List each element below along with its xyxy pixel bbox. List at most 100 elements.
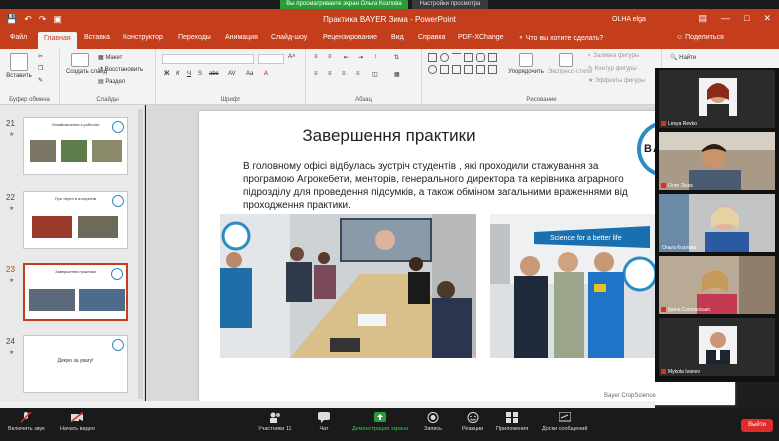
callout-shape-icon[interactable] xyxy=(476,65,485,74)
tab-insert[interactable]: Вставка xyxy=(84,34,110,41)
share-screen-label: Демонстрация экрана xyxy=(352,426,409,432)
strikethrough-icon[interactable]: abc xyxy=(209,71,219,77)
new-slide-button[interactable]: Создать слайд xyxy=(66,53,107,75)
maximize-icon[interactable]: □ xyxy=(744,13,749,24)
arrow-shape-icon[interactable] xyxy=(464,53,473,62)
slide-thumbnail-23[interactable]: Завершення практики xyxy=(23,263,128,321)
slide-title[interactable]: Завершення практики xyxy=(199,126,579,146)
unmute-button[interactable]: Включить звук xyxy=(8,412,45,432)
layout-button[interactable]: ▦ Макет xyxy=(98,54,122,61)
tab-review[interactable]: Рецензирование xyxy=(323,34,377,41)
align-center-icon[interactable]: ≡ xyxy=(328,71,332,77)
bracket-shape-icon[interactable] xyxy=(452,65,461,74)
find-button[interactable]: 🔍 Найти xyxy=(670,54,696,61)
rectangle-shape-icon[interactable] xyxy=(428,53,437,62)
paste-button[interactable]: Вставить xyxy=(6,53,32,79)
triangle-shape-icon[interactable] xyxy=(440,65,449,74)
numbering-icon[interactable]: ≡ xyxy=(328,54,332,60)
bullets-icon[interactable]: ≡ xyxy=(314,54,318,60)
text-direction-icon[interactable]: ⇅ xyxy=(394,54,399,61)
participant-tile[interactable]: Lesya Revko xyxy=(658,69,776,129)
cut-icon[interactable]: ✂ xyxy=(38,53,43,60)
align-right-icon[interactable]: ≡ xyxy=(342,71,346,77)
tab-animations[interactable]: Анимация xyxy=(225,34,258,41)
shape-fill-button[interactable]: ◐ Заливка фигуры xyxy=(588,53,639,59)
grow-font-icon[interactable]: A˄ xyxy=(288,54,296,60)
tab-pdf-xchange[interactable]: PDF-XChange xyxy=(458,34,504,41)
participant-tile[interactable]: Mykola Ivanov xyxy=(658,317,776,377)
arrange-button[interactable]: Упорядочить xyxy=(506,53,546,75)
chat-button[interactable]: Чат xyxy=(318,412,330,432)
circle-shape-icon[interactable] xyxy=(428,65,437,74)
star-shape-icon[interactable] xyxy=(464,65,473,74)
tell-me-search[interactable]: ⚬ Что вы хотите сделать? xyxy=(518,34,603,42)
underline-icon[interactable]: Ч xyxy=(187,71,191,77)
align-left-icon[interactable]: ≡ xyxy=(314,71,318,77)
tab-design[interactable]: Конструктор xyxy=(123,34,163,41)
participants-button[interactable]: Участники 11 xyxy=(258,412,292,432)
meeting-room-photo[interactable] xyxy=(220,214,476,358)
oval-shape-icon[interactable] xyxy=(440,53,449,62)
start-video-button[interactable]: Начать видео xyxy=(60,412,95,432)
participant-tile[interactable]: Ірина Скоплюсько xyxy=(658,255,776,315)
tab-transitions[interactable]: Переходы xyxy=(178,34,211,41)
minimize-icon[interactable]: — xyxy=(721,13,730,24)
whiteboards-button[interactable]: Доски сообщений xyxy=(542,412,587,432)
slide-thumbnail-22[interactable]: Про терен в алгоритмі xyxy=(23,191,128,249)
tab-slideshow[interactable]: Слайд-шоу xyxy=(271,34,307,41)
arrange-icon xyxy=(519,53,533,67)
reset-button[interactable]: ↺ Восстановить xyxy=(98,66,143,73)
increase-indent-icon[interactable]: ⇥ xyxy=(358,54,363,61)
font-color-icon[interactable]: A xyxy=(264,71,268,77)
copy-icon[interactable]: ❐ xyxy=(38,65,43,72)
share-button[interactable]: ☺ Поделиться xyxy=(676,34,724,41)
italic-icon[interactable]: К xyxy=(176,71,180,77)
justify-icon[interactable]: ≡ xyxy=(356,71,360,77)
format-painter-icon[interactable]: ✎ xyxy=(38,77,43,84)
quick-styles-button[interactable]: Экспресс-стили xyxy=(548,53,592,75)
rounded-rect-shape-icon[interactable] xyxy=(476,53,485,62)
font-size-field[interactable] xyxy=(258,54,284,64)
decrease-indent-icon[interactable]: ⇤ xyxy=(344,54,349,61)
change-case-icon[interactable]: Aa xyxy=(246,71,253,77)
share-status-label: Вы просматриваете экран Ольга Козлова xyxy=(280,0,408,9)
more-shapes-icon[interactable] xyxy=(488,65,497,74)
group-photo[interactable]: Science for a better life xyxy=(490,214,660,358)
section-button[interactable]: ▤ Раздел xyxy=(98,78,125,85)
slide-thumbnail-24[interactable]: Дякую за увагу! xyxy=(23,335,128,393)
participant-tile[interactable]: Олег Зінка xyxy=(658,131,776,191)
shadow-icon[interactable]: S xyxy=(198,71,202,77)
view-options-button[interactable]: Настройки просмотра xyxy=(412,0,488,9)
share-screen-button[interactable]: Демонстрация экрана xyxy=(352,412,408,432)
bold-icon[interactable]: Ж xyxy=(164,71,169,77)
tab-file[interactable]: Файл xyxy=(10,34,27,41)
line-spacing-icon[interactable]: ↕ xyxy=(374,54,377,60)
apps-button[interactable]: Приложения xyxy=(496,412,528,432)
tab-help[interactable]: Справка xyxy=(418,34,445,41)
line-shape-icon[interactable] xyxy=(452,53,461,62)
search-icon: 🔍 xyxy=(670,55,680,61)
font-name-field[interactable] xyxy=(162,54,254,64)
slide-body-text[interactable]: В головному офісі відбулась зустріч студ… xyxy=(243,160,633,212)
tab-view[interactable]: Вид xyxy=(391,34,404,41)
clipboard-group: Вставить ✂ ❐ ✎ Буфер обмена xyxy=(0,49,60,105)
slide-thumbnail-21[interactable]: Ознайомлення з роботою xyxy=(23,117,128,175)
columns-icon[interactable]: ◫ xyxy=(372,71,378,78)
whiteboards-label: Доски сообщений xyxy=(542,426,588,432)
zoom-toolbar: Включить звук Начать видео Участники 11 … xyxy=(0,408,779,441)
ribbon-display-icon[interactable]: ▤ xyxy=(699,13,708,24)
pen-icon: ✎ xyxy=(588,66,595,72)
char-spacing-icon[interactable]: AV xyxy=(228,71,236,77)
close-icon[interactable]: ✕ xyxy=(763,13,771,24)
smartart-icon[interactable]: ▦ xyxy=(394,71,400,78)
leave-meeting-button[interactable]: Выйти xyxy=(741,419,773,432)
reactions-button[interactable]: Реакции xyxy=(462,412,483,432)
shape-outline-button[interactable]: ✎ Контур фигуры xyxy=(588,65,637,72)
record-button[interactable]: Запись xyxy=(424,412,442,432)
textbox-shape-icon[interactable] xyxy=(488,53,497,62)
participant-tile[interactable]: Ольга Козлова xyxy=(658,193,776,253)
slides-scrollbar[interactable] xyxy=(138,109,143,399)
shape-effects-button[interactable]: ★ Эффекты фигуры xyxy=(588,77,645,84)
account-name[interactable]: OLHA elga xyxy=(612,16,646,23)
tab-home[interactable]: Главная xyxy=(38,32,77,49)
